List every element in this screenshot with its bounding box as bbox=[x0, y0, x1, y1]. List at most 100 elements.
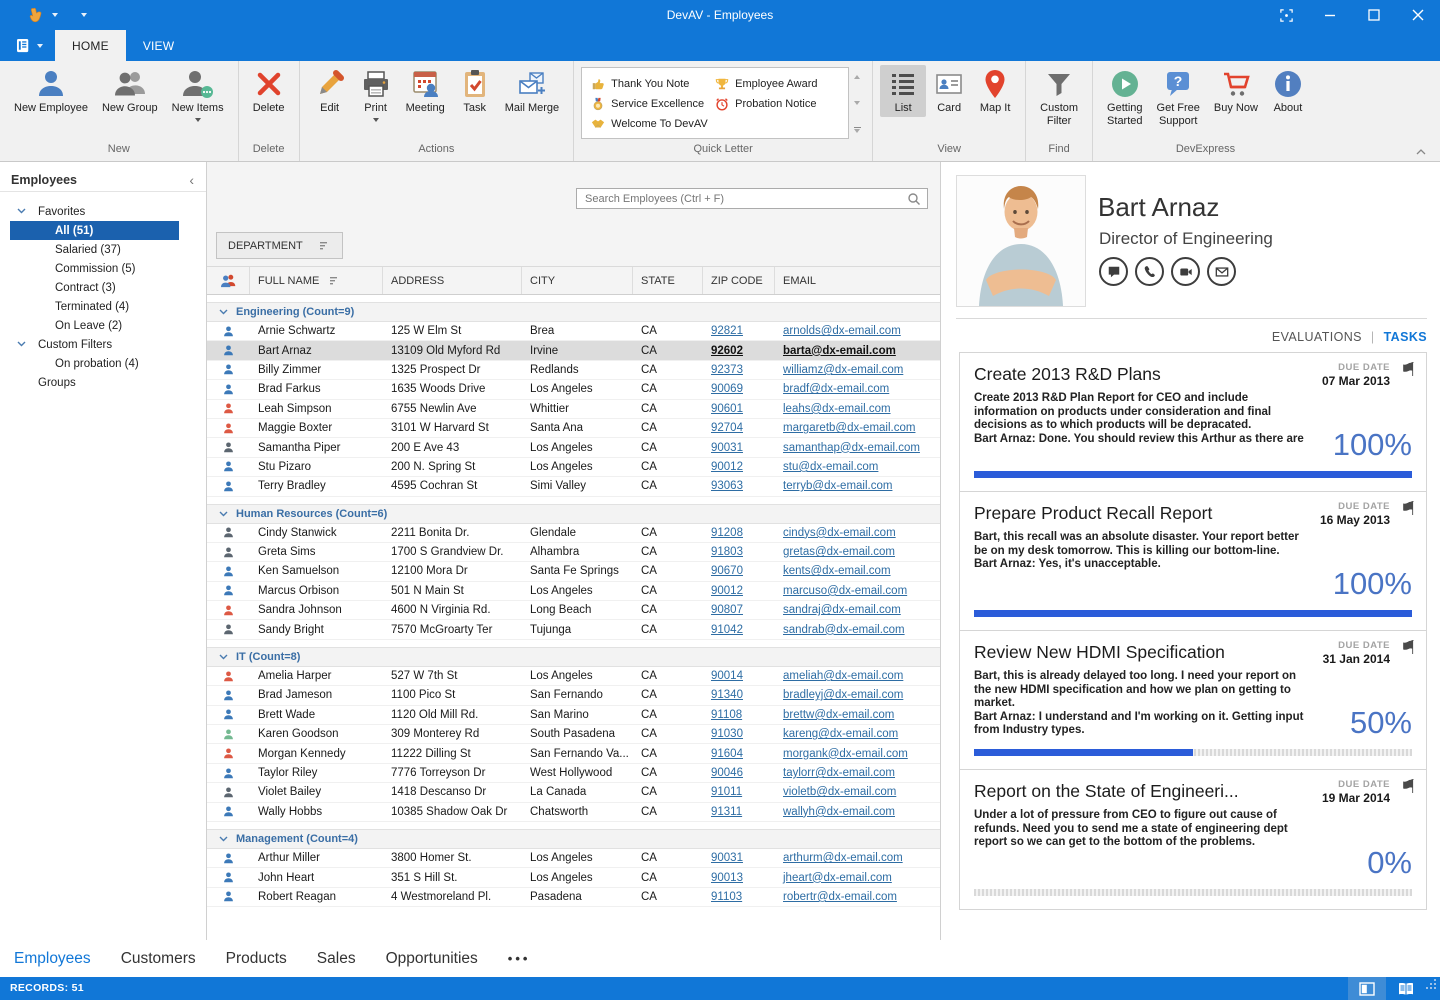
email-link[interactable]: gretas@dx-email.com bbox=[783, 546, 895, 558]
list-button[interactable]: List bbox=[880, 65, 926, 117]
task-card[interactable]: Prepare Product Recall ReportDUE DATE16 … bbox=[960, 492, 1426, 631]
gallery-scroll-up-icon[interactable] bbox=[854, 75, 860, 79]
grid-row[interactable]: Arnie Schwartz125 W Elm StBreaCA92821arn… bbox=[207, 322, 940, 341]
card-view-toggle[interactable] bbox=[1386, 977, 1426, 1000]
sidebar-item-all-51[interactable]: All (51) bbox=[10, 221, 179, 240]
zip-link[interactable]: 90670 bbox=[711, 565, 743, 577]
group-header-engineering-count-9[interactable]: Engineering (Count=9) bbox=[207, 302, 940, 322]
email-link[interactable]: brettw@dx-email.com bbox=[783, 709, 894, 721]
email-link[interactable]: samanthap@dx-email.com bbox=[783, 442, 920, 454]
flag-icon[interactable]: ⚑ bbox=[1400, 498, 1417, 521]
grid-row[interactable]: Stu Pizaro200 N. Spring StLos AngelesCA9… bbox=[207, 458, 940, 477]
document-tab-products[interactable]: Products bbox=[226, 950, 287, 968]
grid-row[interactable]: John Heart351 S Hill St.Los AngelesCA900… bbox=[207, 868, 940, 887]
document-tab-sales[interactable]: Sales bbox=[317, 950, 356, 968]
sidebar-item-favorites[interactable]: Favorites bbox=[0, 202, 206, 221]
phone-button[interactable] bbox=[1135, 257, 1164, 286]
task-button[interactable]: Task bbox=[452, 65, 498, 117]
grid-row[interactable]: Ken Samuelson12100 Mora DrSanta Fe Sprin… bbox=[207, 562, 940, 581]
sidebar-item-groups[interactable]: Groups bbox=[0, 373, 206, 392]
email-link[interactable]: jheart@dx-email.com bbox=[783, 872, 892, 884]
grid-row[interactable]: Brett Wade1120 Old Mill Rd.San MarinoCA9… bbox=[207, 706, 940, 725]
zip-link[interactable]: 91103 bbox=[711, 891, 742, 903]
zip-link[interactable]: 90014 bbox=[711, 670, 743, 682]
email-link[interactable]: leahs@dx-email.com bbox=[783, 403, 891, 415]
email-link[interactable]: stu@dx-email.com bbox=[783, 461, 878, 473]
welcome-to-devav-item[interactable]: Welcome To DevAV bbox=[591, 114, 715, 134]
zip-link[interactable]: 92704 bbox=[711, 422, 743, 434]
edit-button[interactable]: Edit bbox=[307, 65, 353, 117]
video-button[interactable] bbox=[1171, 257, 1200, 286]
grid-row[interactable]: Robert Reagan4 Westmoreland Pl.PasadenaC… bbox=[207, 888, 940, 907]
grid-row[interactable]: Wally Hobbs10385 Shadow Oak DrChatsworth… bbox=[207, 803, 940, 822]
zip-link[interactable]: 92373 bbox=[711, 364, 743, 376]
search-box[interactable] bbox=[576, 188, 928, 209]
grid-row[interactable]: Morgan Kennedy11222 Dilling StSan Fernan… bbox=[207, 744, 940, 763]
new-items-button[interactable]: New Items bbox=[165, 65, 231, 124]
chevron-down-icon[interactable] bbox=[17, 208, 26, 214]
zip-link[interactable]: 90012 bbox=[711, 585, 743, 597]
email-link[interactable]: arthurm@dx-email.com bbox=[783, 852, 903, 864]
column-header-full-name[interactable]: FULL NAME bbox=[250, 267, 383, 294]
column-header-email[interactable]: EMAIL bbox=[775, 267, 940, 294]
minimize-button[interactable] bbox=[1308, 0, 1352, 30]
column-header-address[interactable]: ADDRESS bbox=[383, 267, 522, 294]
email-link[interactable]: morgank@dx-email.com bbox=[783, 748, 908, 760]
email-link[interactable]: kareng@dx-email.com bbox=[783, 728, 898, 740]
print-button[interactable]: Print bbox=[353, 65, 399, 124]
zip-link[interactable]: 91042 bbox=[711, 624, 743, 636]
zip-link[interactable]: 90031 bbox=[711, 442, 743, 454]
zip-link[interactable]: 90069 bbox=[711, 383, 743, 395]
close-button[interactable] bbox=[1396, 0, 1440, 30]
flag-icon[interactable]: ⚑ bbox=[1400, 776, 1417, 799]
ribbon-tab-home[interactable]: HOME bbox=[55, 30, 126, 61]
email-link[interactable]: taylorr@dx-email.com bbox=[783, 767, 895, 779]
flag-icon[interactable]: ⚑ bbox=[1400, 359, 1417, 382]
mail-button[interactable] bbox=[1207, 257, 1236, 286]
zip-link[interactable]: 90046 bbox=[711, 767, 743, 779]
grid-row[interactable]: Karen Goodson309 Monterey RdSouth Pasade… bbox=[207, 725, 940, 744]
grid-row[interactable]: Sandy Bright7570 McGroarty TerTujungaCA9… bbox=[207, 620, 940, 639]
card-button[interactable]: Card bbox=[926, 65, 972, 117]
chevron-down-icon[interactable] bbox=[17, 341, 26, 347]
column-header-city[interactable]: CITY bbox=[522, 267, 633, 294]
grid-row[interactable]: Taylor Riley7776 Torreyson DrWest Hollyw… bbox=[207, 764, 940, 783]
task-card[interactable]: Report on the State of Engineeri...DUE D… bbox=[960, 770, 1426, 909]
email-link[interactable]: margaretb@dx-email.com bbox=[783, 422, 915, 434]
search-input[interactable] bbox=[583, 192, 907, 206]
sidebar-item-custom-filters[interactable]: Custom Filters bbox=[0, 335, 206, 354]
document-tab-opportunities[interactable]: Opportunities bbox=[386, 950, 478, 968]
email-link[interactable]: cindys@dx-email.com bbox=[783, 527, 896, 539]
grid-row[interactable]: Sandra Johnson4600 N Virginia Rd.Long Be… bbox=[207, 601, 940, 620]
email-link[interactable]: arnolds@dx-email.com bbox=[783, 325, 901, 337]
get-free-support-button[interactable]: ?Get Free Support bbox=[1150, 65, 1207, 130]
grid-row[interactable]: Terry Bradley4595 Cochran StSimi ValleyC… bbox=[207, 477, 940, 496]
detail-tab-tasks[interactable]: TASKS bbox=[1384, 330, 1427, 344]
grid-row[interactable]: Violet Bailey1418 Descanso DrLa CanadaCA… bbox=[207, 783, 940, 802]
email-link[interactable]: terryb@dx-email.com bbox=[783, 480, 892, 492]
group-header-it-count-8[interactable]: IT (Count=8) bbox=[207, 647, 940, 667]
ribbon-collapse-button[interactable] bbox=[1416, 149, 1426, 155]
zip-link[interactable]: 90012 bbox=[711, 461, 743, 473]
zip-link[interactable]: 90807 bbox=[711, 604, 743, 616]
task-card[interactable]: Review New HDMI SpecificationDUE DATE31 … bbox=[960, 631, 1426, 770]
zip-link[interactable]: 91108 bbox=[711, 709, 742, 721]
task-card[interactable]: Create 2013 R&D PlansDUE DATE07 Mar 2013… bbox=[960, 353, 1426, 492]
email-link[interactable]: marcuso@dx-email.com bbox=[783, 585, 907, 597]
resize-grip[interactable] bbox=[1424, 977, 1440, 1000]
email-link[interactable]: bradf@dx-email.com bbox=[783, 383, 889, 395]
service-excellence-item[interactable]: Service Excellence bbox=[591, 94, 715, 114]
email-link[interactable]: sandraj@dx-email.com bbox=[783, 604, 901, 616]
flag-icon[interactable]: ⚑ bbox=[1400, 637, 1417, 660]
grid-row[interactable]: Amelia Harper527 W 7th StLos AngelesCA90… bbox=[207, 667, 940, 686]
zip-link[interactable]: 90601 bbox=[711, 403, 743, 415]
search-icon[interactable] bbox=[907, 192, 921, 206]
grid-row[interactable]: Greta Sims1700 S Grandview Dr.AlhambraCA… bbox=[207, 543, 940, 562]
gallery-scroll-buttons[interactable] bbox=[849, 67, 865, 139]
email-link[interactable]: bradleyj@dx-email.com bbox=[783, 689, 903, 701]
buy-now-button[interactable]: Buy Now bbox=[1207, 65, 1265, 117]
sidebar-item-on-probation-4[interactable]: On probation (4) bbox=[0, 354, 206, 373]
zip-link[interactable]: 90013 bbox=[711, 872, 743, 884]
reading-pane-toggle[interactable] bbox=[1348, 977, 1386, 1000]
new-employee-button[interactable]: New Employee bbox=[7, 65, 95, 117]
